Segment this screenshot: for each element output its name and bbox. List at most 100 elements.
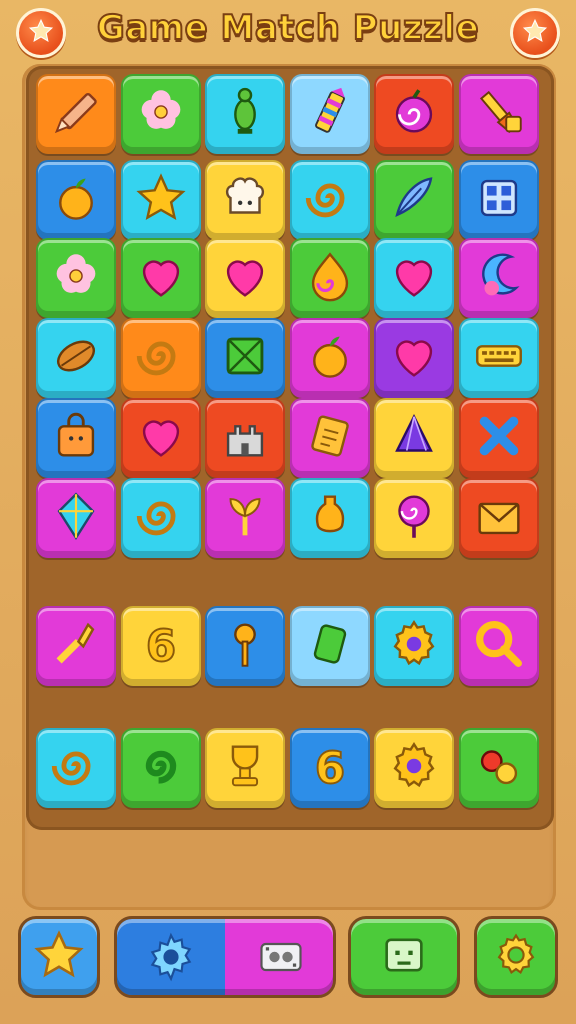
board-tile[interactable] (458, 238, 539, 318)
tray-tile[interactable]: 6 (120, 606, 201, 686)
crayon-icon (301, 83, 359, 145)
feather-icon (385, 169, 443, 231)
board-tile[interactable] (205, 478, 285, 558)
sprout-icon (216, 487, 274, 549)
flower-icon (47, 247, 105, 309)
heart-icon (385, 247, 443, 309)
board-tile[interactable] (36, 318, 116, 398)
board-tile[interactable] (458, 74, 539, 154)
board-tile[interactable] (205, 160, 285, 240)
star-button-left[interactable] (16, 8, 66, 58)
battery-icon (301, 615, 359, 677)
star-icon (522, 18, 548, 48)
board-tile[interactable] (458, 318, 539, 398)
settings-button[interactable] (474, 916, 558, 998)
board-tile[interactable] (36, 398, 116, 478)
board-tile[interactable] (120, 238, 201, 318)
swirl-icon (132, 737, 190, 799)
board-tile[interactable] (36, 74, 116, 154)
castle-icon (216, 407, 274, 469)
spiral-icon (47, 737, 105, 799)
grid-box-icon (470, 169, 528, 231)
board-tile[interactable] (374, 74, 454, 154)
kite-icon (47, 487, 105, 549)
tray-tile[interactable] (374, 728, 454, 808)
apple-icon (301, 327, 359, 389)
tray-tile[interactable] (458, 728, 539, 808)
tray-tile[interactable] (36, 606, 116, 686)
heart-icon (132, 407, 190, 469)
tray-tile[interactable] (205, 606, 285, 686)
board-tile[interactable] (120, 478, 201, 558)
board-tile[interactable] (458, 160, 539, 240)
star-button-right[interactable] (510, 8, 560, 58)
bottom-bar (0, 916, 576, 1024)
gear-icon (385, 615, 443, 677)
svg-text:6: 6 (145, 622, 175, 672)
spiral-fruit-icon (385, 83, 443, 145)
tray-tile[interactable] (289, 606, 370, 686)
keyboard-icon (470, 327, 528, 389)
envelope-icon (470, 487, 528, 549)
star-booster-button[interactable] (18, 916, 100, 998)
star-icon (132, 169, 190, 231)
film-icon[interactable] (255, 931, 307, 987)
chef-hat-icon (216, 169, 274, 231)
board-tile[interactable] (374, 318, 454, 398)
menu-button[interactable] (348, 916, 460, 998)
crate-icon (216, 327, 274, 389)
tray-tile[interactable] (36, 728, 116, 808)
spiral-icon (132, 487, 190, 549)
board-tile[interactable] (120, 398, 201, 478)
board-tile[interactable] (289, 160, 370, 240)
board-tile[interactable] (120, 160, 201, 240)
leaf-icon (47, 327, 105, 389)
vase-icon (301, 487, 359, 549)
flower-icon (132, 83, 190, 145)
brush-icon (470, 83, 528, 145)
board-tile[interactable] (289, 318, 370, 398)
tray-tile[interactable] (120, 728, 201, 808)
tray-tile[interactable] (205, 728, 285, 808)
tray-tile[interactable] (374, 606, 454, 686)
gem-icon (385, 407, 443, 469)
apple-icon (47, 169, 105, 231)
board-tile[interactable] (458, 398, 539, 478)
booster-panel (114, 916, 336, 998)
board-tile[interactable] (374, 478, 454, 558)
pin-icon (216, 83, 274, 145)
six-icon: 6 (301, 737, 359, 799)
bag-icon (47, 407, 105, 469)
heart-icon (216, 247, 274, 309)
six-icon: 6 (132, 615, 190, 677)
heart-icon (385, 327, 443, 389)
board-tile[interactable] (205, 318, 285, 398)
board-tile[interactable] (36, 238, 116, 318)
board-tile[interactable] (289, 478, 370, 558)
board-tile[interactable] (289, 74, 370, 154)
board-tile[interactable] (289, 398, 370, 478)
tray-tile[interactable]: 6 (289, 728, 370, 808)
board-tile[interactable] (205, 398, 285, 478)
board-tile[interactable] (120, 74, 201, 154)
board-tile[interactable] (458, 478, 539, 558)
burst-gear-icon[interactable] (145, 931, 197, 987)
board-tile[interactable] (36, 478, 116, 558)
moon-wing-icon (470, 247, 528, 309)
top-bar: Game Match Puzzle (0, 0, 576, 64)
board-tile[interactable] (120, 318, 201, 398)
spiral-icon (301, 169, 359, 231)
board-tile[interactable] (374, 238, 454, 318)
board-tile[interactable] (36, 160, 116, 240)
star-icon (33, 929, 85, 985)
board-tile[interactable] (374, 160, 454, 240)
board-tile[interactable] (205, 74, 285, 154)
note-icon (301, 407, 359, 469)
spiral-icon (132, 327, 190, 389)
magnifier-icon (470, 615, 528, 677)
board-tile[interactable] (205, 238, 285, 318)
board-tile[interactable] (289, 238, 370, 318)
tray-tile[interactable] (458, 606, 539, 686)
svg-text:6: 6 (314, 744, 344, 794)
board-tile[interactable] (374, 398, 454, 478)
